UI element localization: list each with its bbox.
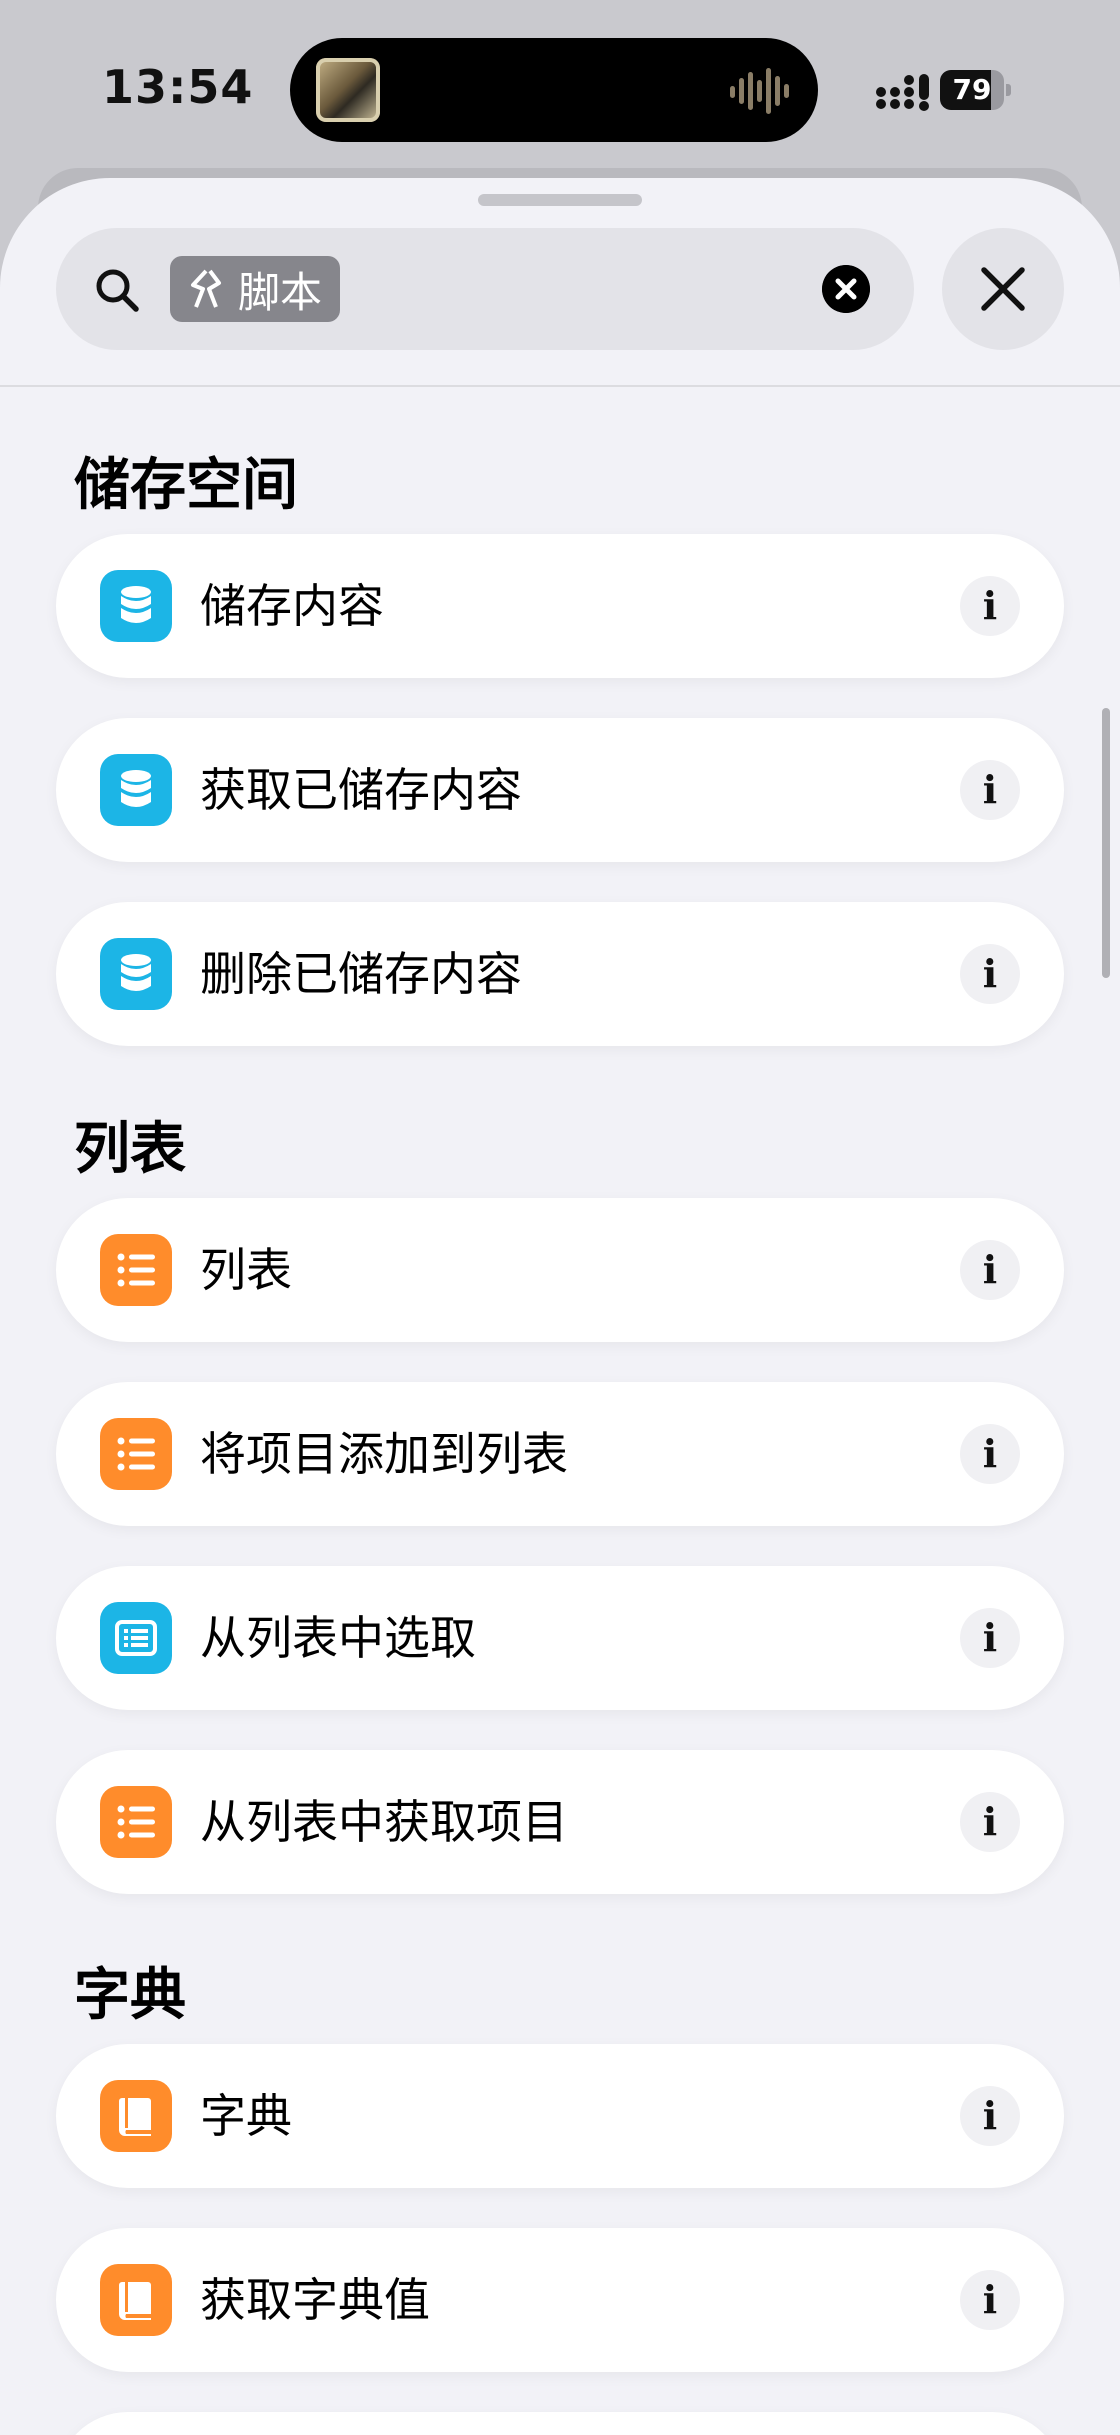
info-button[interactable]: i bbox=[960, 1424, 1020, 1484]
status-time: 13:54 bbox=[102, 60, 254, 114]
info-button[interactable]: i bbox=[960, 944, 1020, 1004]
action-row[interactable]: 从列表中获取项目 i bbox=[56, 1750, 1064, 1894]
action-row-partial[interactable] bbox=[56, 2412, 1064, 2435]
action-label: 将项目添加到列表 bbox=[200, 1427, 568, 1481]
database-icon bbox=[121, 954, 151, 991]
section-title-dictionary: 字典 bbox=[74, 1963, 186, 2028]
book-icon-tile bbox=[100, 2264, 172, 2336]
database-icon-tile bbox=[100, 754, 172, 826]
action-label: 获取字典值 bbox=[200, 2273, 430, 2327]
action-label: 删除已储存内容 bbox=[200, 947, 522, 1001]
list-icon bbox=[117, 1805, 155, 1839]
cellular-signal-icon bbox=[876, 74, 929, 111]
close-icon bbox=[981, 267, 1025, 311]
action-row[interactable]: 列表 i bbox=[56, 1198, 1064, 1342]
database-icon bbox=[121, 770, 151, 807]
list-icon-tile bbox=[100, 1418, 172, 1490]
list-icon-tile bbox=[100, 1234, 172, 1306]
database-icon-tile bbox=[100, 938, 172, 1010]
section-title-storage: 储存空间 bbox=[74, 453, 298, 518]
info-button[interactable]: i bbox=[960, 2270, 1020, 2330]
now-playing-artwork bbox=[316, 58, 380, 122]
search-token-label: 脚本 bbox=[238, 267, 323, 317]
close-button[interactable] bbox=[942, 228, 1064, 350]
database-icon-tile bbox=[100, 570, 172, 642]
list-icon bbox=[117, 1437, 155, 1471]
action-row[interactable]: 获取已储存内容 i bbox=[56, 718, 1064, 862]
info-button[interactable]: i bbox=[960, 576, 1020, 636]
book-icon bbox=[119, 2098, 151, 2136]
action-label: 从列表中获取项目 bbox=[200, 1795, 568, 1849]
dynamic-island[interactable] bbox=[290, 38, 818, 142]
sheet-grabber[interactable] bbox=[478, 194, 642, 206]
header-divider bbox=[0, 385, 1120, 387]
action-label: 从列表中选取 bbox=[200, 1611, 476, 1665]
text-list-icon-tile bbox=[100, 1602, 172, 1674]
search-icon bbox=[96, 269, 139, 312]
action-row[interactable]: 删除已储存内容 i bbox=[56, 902, 1064, 1046]
info-button[interactable]: i bbox=[960, 1792, 1020, 1852]
search-field[interactable]: 脚本 bbox=[56, 228, 914, 350]
action-row[interactable]: 从列表中选取 i bbox=[56, 1566, 1064, 1710]
info-button[interactable]: i bbox=[960, 1608, 1020, 1668]
action-label: 储存内容 bbox=[200, 579, 384, 633]
book-icon-tile bbox=[100, 2080, 172, 2152]
action-label: 获取已储存内容 bbox=[200, 763, 522, 817]
action-search-sheet: 脚本 储存空间 储存内容 i 获取已储存内容 i 删除已储存内容 i 列表 列表… bbox=[0, 178, 1120, 2435]
action-row[interactable]: 获取字典值 i bbox=[56, 2228, 1064, 2372]
info-button[interactable]: i bbox=[960, 760, 1020, 820]
scrollbar[interactable] bbox=[1102, 708, 1110, 978]
list-icon-tile bbox=[100, 1786, 172, 1858]
scripting-icon bbox=[191, 269, 221, 308]
section-title-list: 列表 bbox=[74, 1117, 186, 1182]
action-row[interactable]: 字典 i bbox=[56, 2044, 1064, 2188]
audio-waveform-icon bbox=[730, 68, 789, 114]
info-button[interactable]: i bbox=[960, 2086, 1020, 2146]
action-label: 字典 bbox=[200, 2089, 292, 2143]
battery-percent: 79 bbox=[952, 73, 992, 106]
database-icon bbox=[121, 586, 151, 623]
search-token-scripting[interactable]: 脚本 bbox=[170, 256, 341, 322]
text-list-icon bbox=[115, 1620, 157, 1656]
list-icon bbox=[117, 1253, 155, 1287]
action-label: 列表 bbox=[200, 1243, 292, 1297]
action-row[interactable]: 将项目添加到列表 i bbox=[56, 1382, 1064, 1526]
battery-indicator: 79 bbox=[940, 70, 1012, 110]
book-icon bbox=[119, 2282, 151, 2320]
info-button[interactable]: i bbox=[960, 1240, 1020, 1300]
action-row[interactable]: 储存内容 i bbox=[56, 534, 1064, 678]
clear-search-button[interactable] bbox=[822, 265, 870, 313]
